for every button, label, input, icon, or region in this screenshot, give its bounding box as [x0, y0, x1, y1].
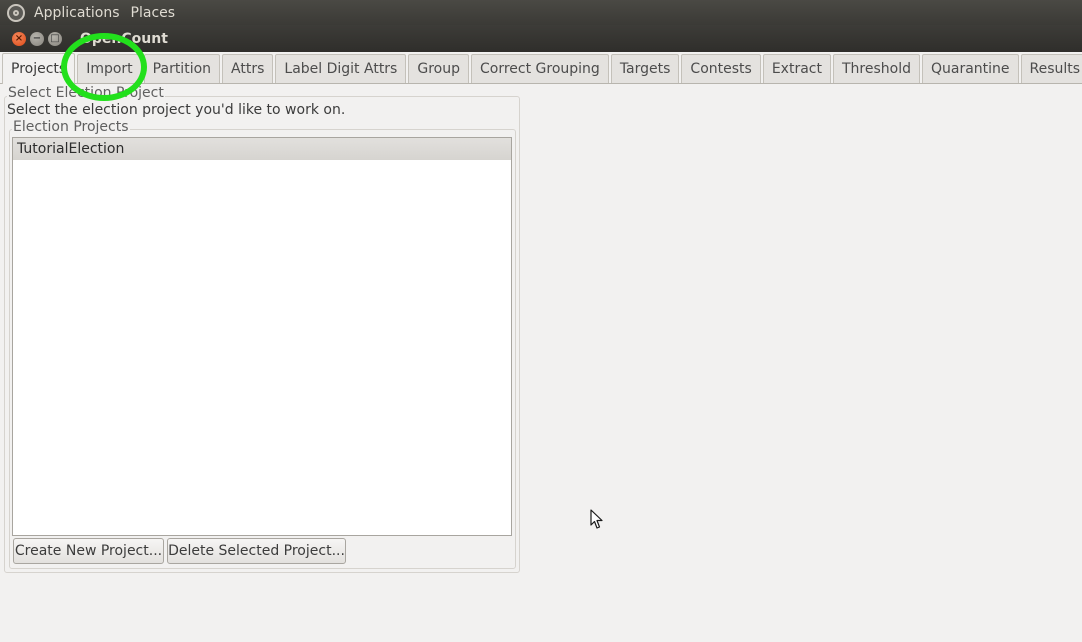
ubuntu-logo-icon[interactable]	[7, 3, 25, 22]
applications-menu[interactable]: Applications	[34, 5, 120, 21]
tab-targets[interactable]: Targets	[610, 54, 680, 83]
tab-projects[interactable]: Projects	[2, 53, 76, 84]
tab-group[interactable]: Group	[408, 54, 469, 83]
top-panel: Applications Places	[0, 0, 1082, 25]
list-item[interactable]: TutorialElection	[13, 138, 511, 160]
tab-correct-grouping[interactable]: Correct Grouping	[470, 54, 609, 83]
minimize-window-button[interactable]: −	[30, 31, 44, 46]
window-titlebar: × − □ OpenCount	[0, 25, 1082, 52]
projects-list[interactable]: TutorialElection	[12, 137, 512, 536]
tab-extract[interactable]: Extract	[762, 54, 831, 83]
close-window-button[interactable]: ×	[12, 31, 26, 46]
window-title: OpenCount	[80, 30, 168, 47]
instruction-text: Select the election project you'd like t…	[7, 102, 346, 118]
tab-results[interactable]: Results	[1020, 54, 1082, 83]
tab-attrs[interactable]: Attrs	[222, 54, 274, 83]
tab-contests[interactable]: Contests	[681, 54, 761, 83]
tab-quarantine[interactable]: Quarantine	[921, 54, 1019, 83]
places-menu[interactable]: Places	[131, 5, 176, 21]
tab-import[interactable]: Import	[77, 54, 142, 83]
tab-strip: Projects Import Partition Attrs Label Di…	[0, 52, 1082, 84]
election-projects-group-label: Election Projects	[12, 119, 130, 135]
tab-label-digit-attrs[interactable]: Label Digit Attrs	[275, 54, 407, 83]
delete-selected-project-button[interactable]: Delete Selected Project...	[167, 538, 346, 564]
tab-threshold[interactable]: Threshold	[832, 54, 920, 83]
tab-partition[interactable]: Partition	[143, 54, 221, 83]
maximize-window-button[interactable]: □	[48, 31, 62, 46]
mouse-pointer-icon	[590, 509, 603, 529]
select-project-group-label: Select Election Project	[7, 85, 165, 101]
create-new-project-button[interactable]: Create New Project...	[13, 538, 164, 564]
